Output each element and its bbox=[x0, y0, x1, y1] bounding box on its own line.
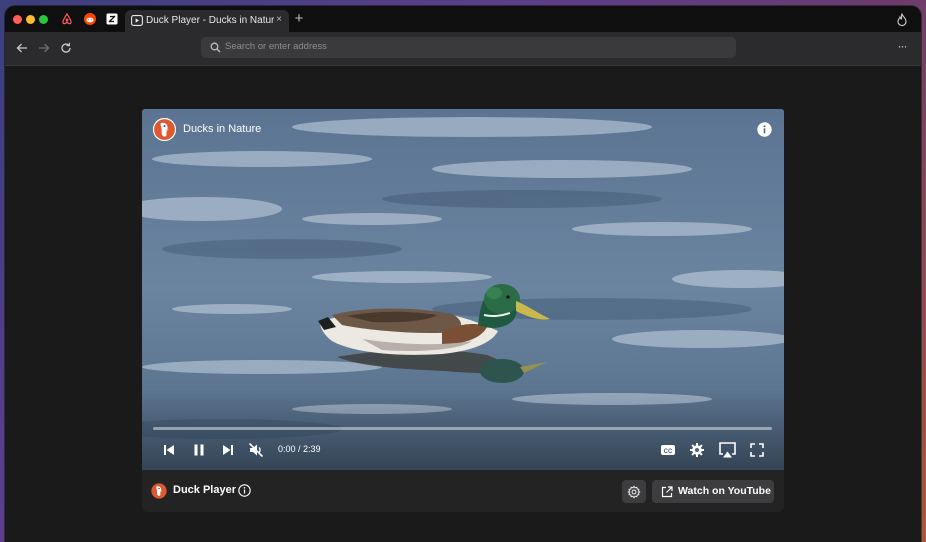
tab-title: Duck Player - Ducks in Nature bbox=[146, 15, 274, 26]
reload-icon[interactable] bbox=[59, 41, 73, 55]
tab-close-button[interactable]: × bbox=[274, 14, 284, 28]
browser-window: Duck Player - Ducks in Nature × + Search… bbox=[5, 6, 921, 542]
video-player[interactable]: Ducks in Nature 0:00 / 2:39 CC bbox=[142, 109, 784, 470]
fullscreen-icon[interactable] bbox=[749, 442, 765, 458]
pause-icon[interactable] bbox=[191, 442, 207, 458]
page-content: Ducks in Nature 0:00 / 2:39 CC Duck Play… bbox=[5, 66, 921, 542]
svg-text:CC: CC bbox=[664, 449, 673, 455]
airplay-icon[interactable] bbox=[718, 441, 737, 459]
progress-bar[interactable] bbox=[153, 427, 772, 430]
forward-arrow-icon[interactable] bbox=[37, 41, 51, 55]
open-external-icon bbox=[661, 486, 673, 498]
duck-player-title: Duck Player bbox=[173, 484, 236, 496]
pinned-site-icon[interactable] bbox=[106, 13, 118, 25]
time-display: 0:00 / 2:39 bbox=[278, 444, 321, 454]
reddit-icon[interactable] bbox=[84, 13, 96, 25]
zoom-window-button[interactable] bbox=[39, 15, 48, 24]
muted-speaker-icon[interactable] bbox=[248, 442, 264, 458]
video-tab-icon bbox=[131, 15, 143, 26]
back-arrow-icon[interactable] bbox=[15, 41, 29, 55]
new-tab-button[interactable]: + bbox=[292, 11, 306, 27]
duck-player-footer: Duck Player Watch on YouTube bbox=[142, 470, 784, 512]
address-bar[interactable]: Search or enter address bbox=[201, 37, 736, 58]
next-icon[interactable] bbox=[220, 442, 236, 458]
closed-captions-icon[interactable]: CC bbox=[660, 442, 676, 458]
video-title: Ducks in Nature bbox=[183, 123, 262, 135]
info-circle-icon[interactable] bbox=[238, 484, 251, 497]
close-window-button[interactable] bbox=[13, 15, 22, 24]
settings-gear-icon[interactable] bbox=[689, 442, 705, 458]
tab-duck-player[interactable]: Duck Player - Ducks in Nature × bbox=[125, 10, 289, 32]
duckduckgo-logo-icon bbox=[151, 483, 167, 499]
airbnb-icon[interactable] bbox=[61, 13, 73, 25]
video-frame bbox=[142, 109, 784, 470]
more-menu-button[interactable]: ··· bbox=[894, 39, 910, 55]
duck-player-settings-button[interactable] bbox=[622, 480, 646, 503]
watch-on-youtube-button[interactable]: Watch on YouTube bbox=[652, 480, 774, 503]
settings-gear-icon bbox=[627, 485, 641, 499]
minimize-window-button[interactable] bbox=[26, 15, 35, 24]
search-icon bbox=[210, 42, 221, 53]
duckduckgo-logo-icon bbox=[153, 118, 176, 141]
navigation-toolbar: Search or enter address ··· bbox=[5, 32, 921, 66]
previous-icon[interactable] bbox=[161, 442, 177, 458]
watch-on-youtube-label: Watch on YouTube bbox=[678, 485, 771, 497]
fire-icon[interactable] bbox=[896, 13, 908, 26]
info-icon[interactable] bbox=[757, 122, 772, 137]
tab-bar: Duck Player - Ducks in Nature × + bbox=[5, 6, 921, 32]
address-placeholder: Search or enter address bbox=[225, 41, 327, 52]
